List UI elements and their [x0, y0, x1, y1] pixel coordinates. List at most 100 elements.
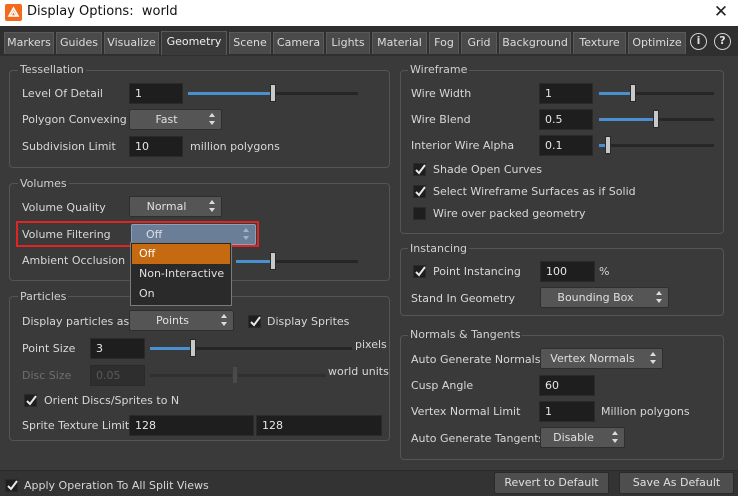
up-down-arrows-icon — [656, 291, 662, 303]
wire-packed-label: Wire over packed geometry — [433, 207, 586, 220]
orient-discs-checkbox[interactable] — [24, 394, 37, 407]
revert-to-default-button[interactable]: Revert to Default — [494, 472, 609, 494]
tab-lights[interactable]: Lights — [326, 32, 370, 54]
disc-size-handle[interactable] — [232, 366, 238, 384]
tab-visualize[interactable]: Visualize — [104, 32, 159, 54]
lod-field[interactable]: 1 — [129, 83, 183, 104]
ambient-occlusion-handle[interactable] — [270, 252, 276, 270]
tab-markers[interactable]: Markers — [4, 32, 54, 54]
display-particles-label: Display particles as — [22, 315, 130, 328]
tab-fog[interactable]: Fog — [429, 32, 459, 54]
tab-camera[interactable]: Camera — [273, 32, 324, 54]
polygon-convexing-select[interactable]: Fast — [129, 109, 222, 130]
interior-wire-alpha-slider[interactable] — [599, 144, 714, 147]
checkmark-icon — [26, 395, 37, 406]
ambient-occlusion-label: Ambient Occlusion — [22, 254, 126, 267]
wire-blend-label: Wire Blend — [411, 113, 471, 126]
stand-in-geometry-select[interactable]: Bounding Box — [540, 287, 669, 308]
auto-tangents-label: Auto Generate Tangents — [411, 432, 545, 445]
cusp-angle-field[interactable]: 60 — [539, 375, 595, 396]
sprite-limit-x-field[interactable]: 128 — [129, 415, 254, 436]
apply-all-views-checkbox[interactable] — [5, 479, 18, 492]
display-particles-value: Points — [155, 314, 190, 327]
wire-blend-field[interactable]: 0.5 — [539, 109, 593, 130]
orient-discs-label: Orient Discs/Sprites to N — [44, 394, 180, 407]
particles-title: Particles — [18, 290, 69, 303]
info-icon[interactable]: i — [690, 33, 707, 50]
auto-tangents-select[interactable]: Disable — [540, 427, 625, 448]
wire-width-handle[interactable] — [630, 84, 636, 102]
tab-material[interactable]: Material — [372, 32, 427, 54]
interior-wire-alpha-label: Interior Wire Alpha — [411, 139, 515, 152]
wire-width-label: Wire Width — [411, 87, 472, 100]
dropdown-option-off[interactable]: Off — [132, 244, 230, 264]
up-down-arrows-icon — [221, 314, 227, 326]
display-sprites-checkbox[interactable] — [248, 315, 261, 328]
tab-texture[interactable]: Texture — [573, 32, 626, 54]
up-down-arrows-icon — [209, 200, 215, 212]
dropdown-option-non-interactive[interactable]: Non-Interactive — [132, 264, 230, 284]
select-wireframe-label: Select Wireframe Surfaces as if Solid — [433, 185, 636, 198]
subdivision-label: Subdivision Limit — [22, 140, 116, 153]
wireframe-title: Wireframe — [408, 63, 470, 76]
stand-in-geometry-value: Bounding Box — [557, 291, 634, 304]
checkmark-icon — [415, 164, 426, 175]
volume-quality-value: Normal — [146, 200, 187, 213]
window-title: Display Options: world — [27, 4, 178, 19]
houdini-logo-icon — [5, 4, 22, 21]
auto-normals-label: Auto Generate Normals — [411, 353, 541, 366]
instancing-title: Instancing — [408, 242, 470, 255]
tab-grid[interactable]: Grid — [461, 32, 497, 54]
vertex-normal-limit-field[interactable]: 1 — [539, 401, 595, 422]
tab-background[interactable]: Background — [499, 32, 571, 54]
checkmark-icon — [415, 186, 426, 197]
tab-guides[interactable]: Guides — [56, 32, 102, 54]
disc-size-slider[interactable] — [150, 374, 326, 377]
tessellation-title: Tessellation — [18, 63, 86, 76]
interior-wire-alpha-handle[interactable] — [605, 136, 611, 154]
close-icon[interactable]: ✕ — [710, 1, 732, 23]
polygon-convexing-value: Fast — [155, 113, 178, 126]
tab-optimize[interactable]: Optimize — [628, 32, 686, 54]
auto-normals-select[interactable]: Vertex Normals — [540, 348, 663, 369]
shade-open-curves-checkbox[interactable] — [413, 163, 426, 176]
point-instancing-field[interactable]: 100 — [540, 261, 595, 282]
point-size-field[interactable]: 3 — [90, 338, 145, 359]
help-icon[interactable]: ? — [714, 33, 731, 50]
cusp-angle-label: Cusp Angle — [411, 379, 474, 392]
tab-scene[interactable]: Scene — [229, 32, 271, 54]
point-instancing-label: Point Instancing — [433, 265, 521, 278]
sprite-limit-y-field[interactable]: 128 — [256, 415, 382, 436]
ambient-occlusion-fill — [236, 260, 270, 263]
point-instancing-checkbox[interactable] — [413, 265, 426, 278]
ambient-occlusion-slider[interactable] — [236, 260, 358, 263]
select-wireframe-checkbox[interactable] — [413, 185, 426, 198]
wire-blend-handle[interactable] — [653, 110, 659, 128]
lod-slider-handle[interactable] — [270, 84, 276, 102]
wire-width-slider[interactable] — [599, 92, 714, 95]
auto-normals-value: Vertex Normals — [550, 352, 635, 365]
disc-size-label: Disc Size — [22, 369, 72, 382]
disc-size-field[interactable]: 0.05 — [90, 365, 145, 386]
subdivision-unit: million polygons — [190, 140, 280, 153]
display-particles-select[interactable]: Points — [129, 310, 234, 331]
tab-geometry[interactable]: Geometry — [161, 31, 227, 55]
point-size-handle[interactable] — [190, 339, 196, 357]
volumes-title: Volumes — [18, 177, 69, 190]
wire-blend-fill — [599, 118, 656, 121]
interior-wire-alpha-field[interactable]: 0.1 — [539, 135, 593, 156]
subdivision-field[interactable]: 10 — [129, 136, 183, 157]
point-size-slider[interactable] — [150, 347, 352, 350]
save-as-default-button[interactable]: Save As Default — [619, 472, 734, 494]
point-size-unit: pixels — [355, 338, 387, 351]
sprite-limit-label: Sprite Texture Limit — [22, 419, 130, 432]
dropdown-option-on[interactable]: On — [132, 284, 230, 304]
apply-all-views-label: Apply Operation To All Split Views — [24, 479, 209, 492]
volume-quality-select[interactable]: Normal — [129, 196, 222, 217]
wire-width-field[interactable]: 1 — [539, 83, 593, 104]
vertex-normal-limit-label: Vertex Normal Limit — [411, 405, 521, 418]
checkmark-icon — [415, 266, 426, 277]
title-bar: Display Options: world ✕ — [0, 0, 738, 26]
wire-packed-checkbox[interactable] — [413, 207, 426, 220]
tab-bar: Markers Guides Visualize Geometry Scene … — [0, 26, 738, 56]
